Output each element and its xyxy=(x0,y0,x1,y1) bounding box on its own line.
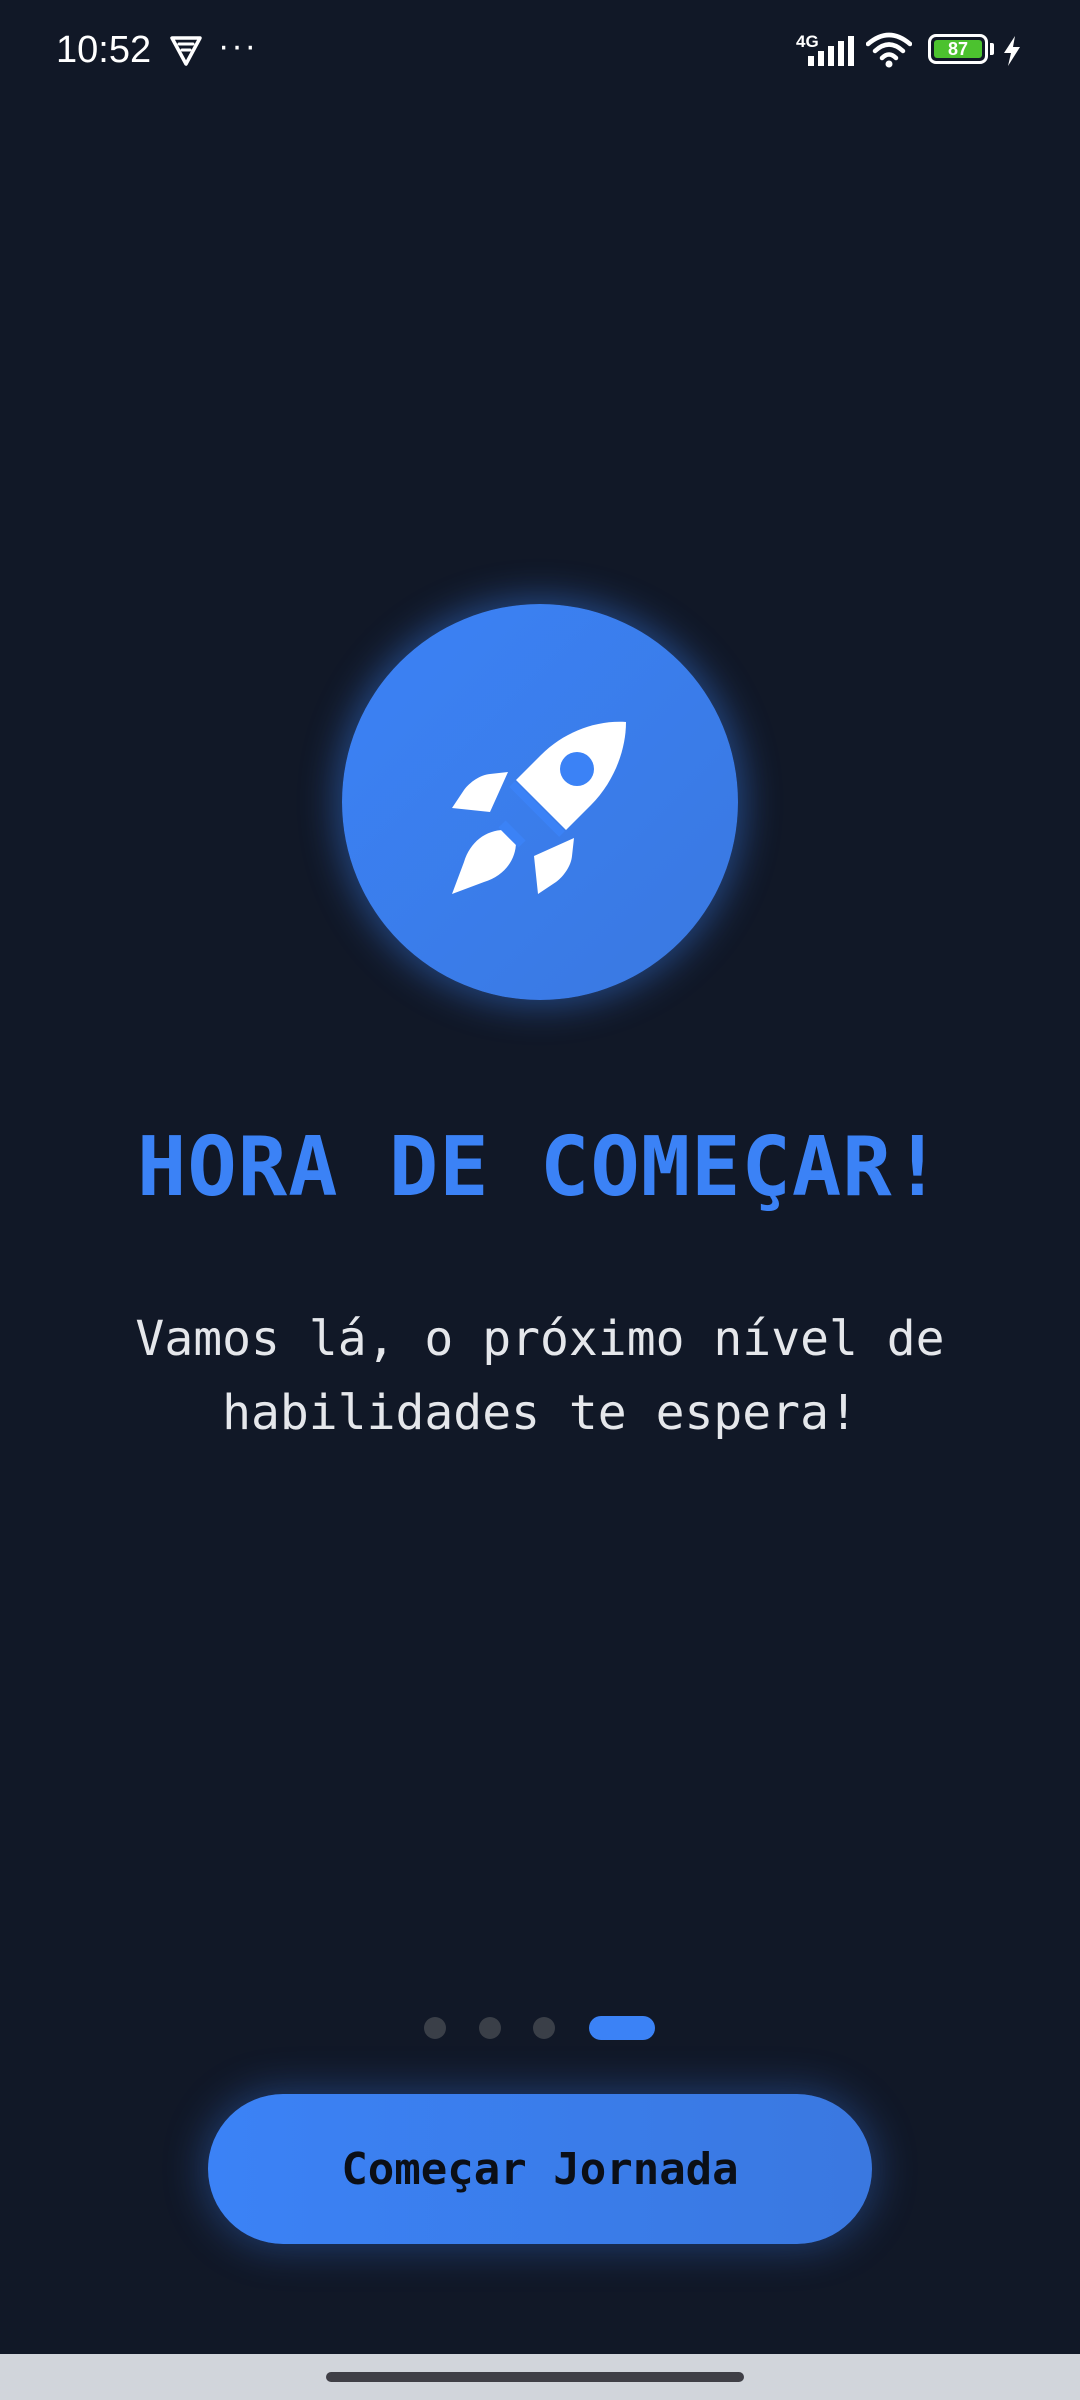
start-journey-label: Começar Jornada xyxy=(341,2143,739,2195)
page-dot-2[interactable] xyxy=(479,2017,501,2039)
battery-icon: 87 xyxy=(928,34,988,64)
status-time: 10:52 xyxy=(56,29,152,71)
battery-level: 87 xyxy=(934,40,982,58)
more-notifications-icon: ··· xyxy=(218,27,258,65)
page-dot-4-active[interactable] xyxy=(589,2016,655,2040)
vpn-icon xyxy=(170,36,202,66)
start-journey-button[interactable]: Começar Jornada xyxy=(208,2094,872,2244)
rocket-icon xyxy=(452,721,626,894)
subtitle-line-2: habilidades te espera! xyxy=(222,1385,858,1441)
page-title: HORA DE COMEÇAR! xyxy=(137,1120,943,1215)
signal-icon xyxy=(808,36,854,66)
system-nav-bar xyxy=(0,2354,1080,2400)
subtitle-line-1: Vamos lá, o próximo nível de xyxy=(135,1311,945,1367)
page-indicator xyxy=(0,2015,1080,2041)
wifi-icon xyxy=(866,32,912,68)
charging-icon xyxy=(1004,36,1020,66)
page-subtitle: Vamos lá, o próximo nível de habilidades… xyxy=(90,1302,990,1450)
home-indicator[interactable] xyxy=(326,2372,744,2382)
page-dot-1[interactable] xyxy=(424,2017,446,2039)
page-dot-3[interactable] xyxy=(533,2017,555,2039)
battery-cap xyxy=(990,43,994,55)
status-bar: 10:52 ··· 4G 87 xyxy=(0,0,1080,100)
